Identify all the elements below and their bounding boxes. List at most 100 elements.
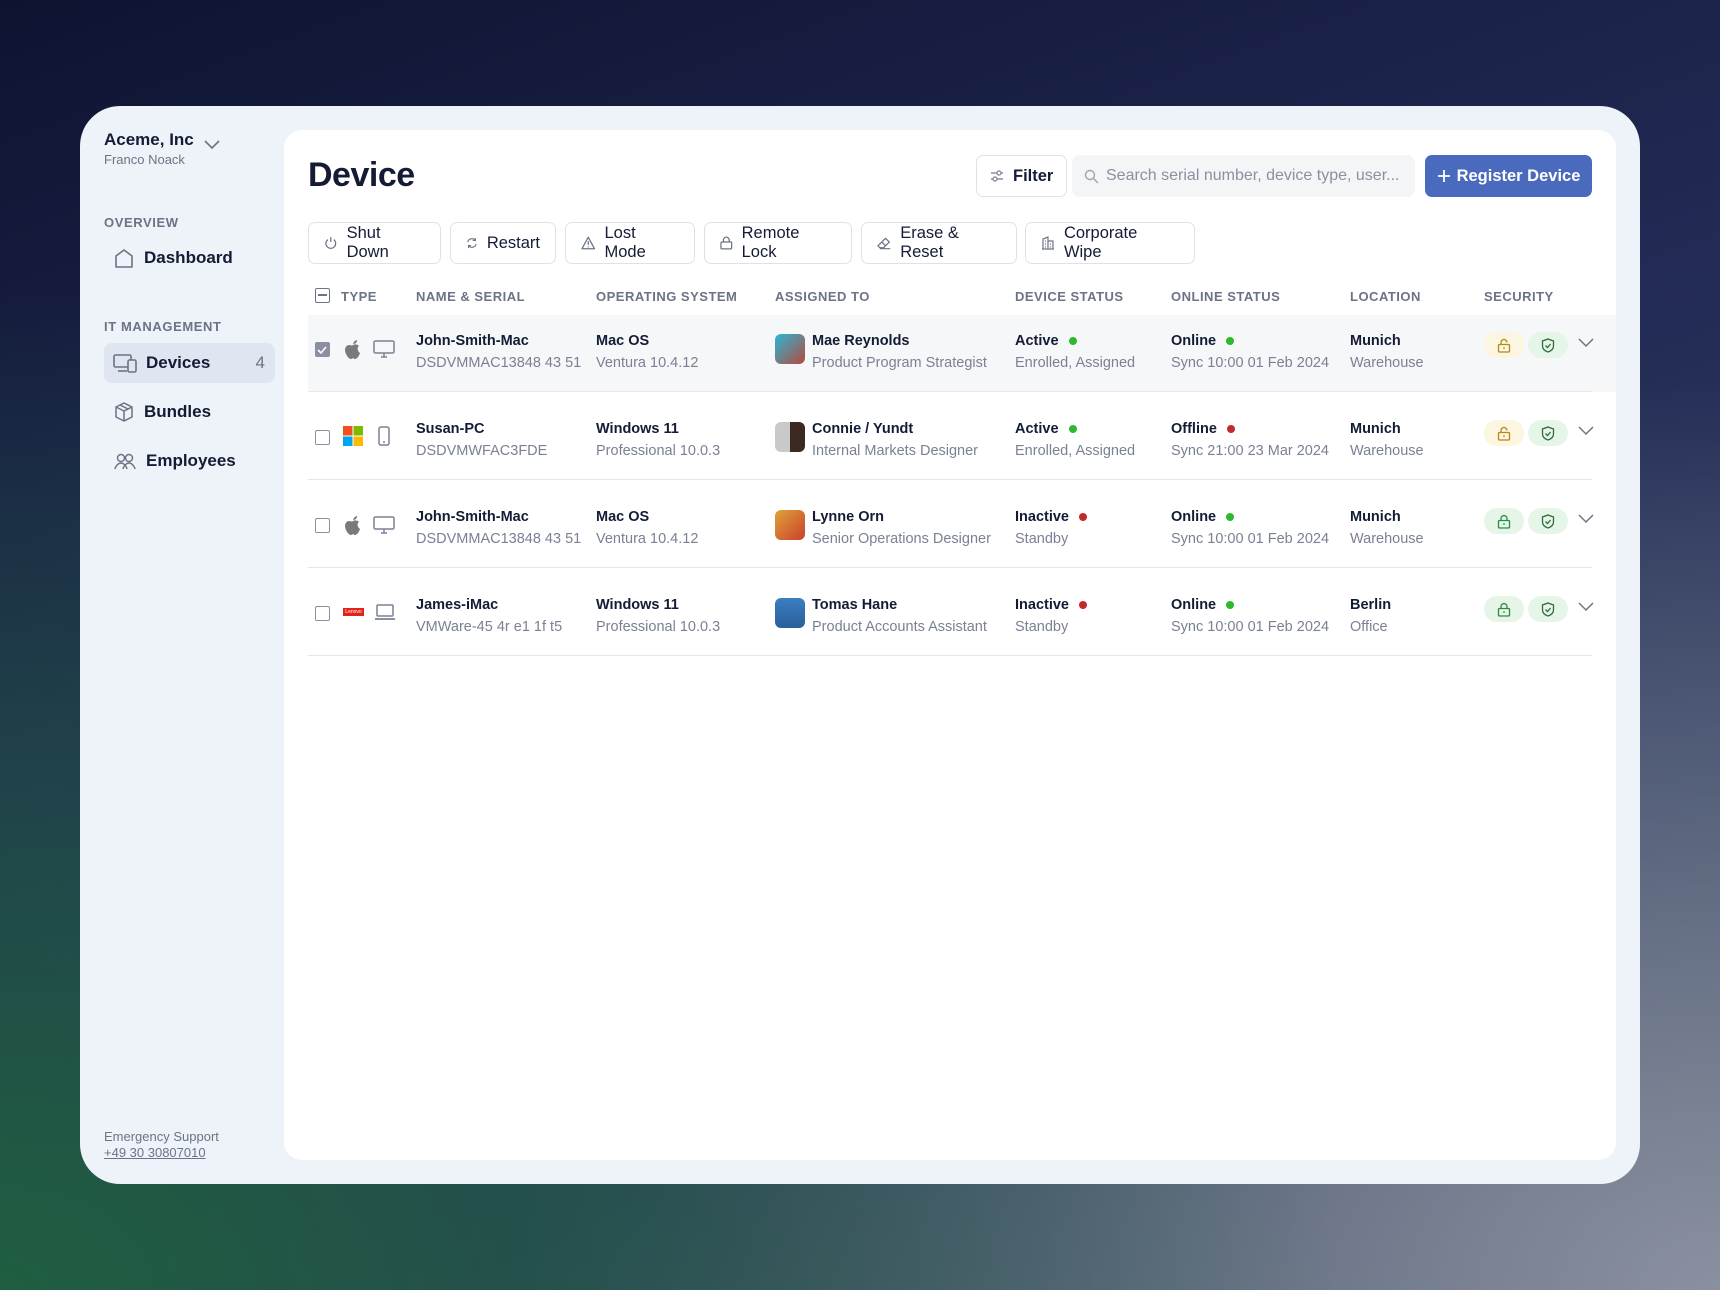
security-status-badge[interactable] — [1528, 420, 1568, 446]
column-header-security[interactable]: SECURITY — [1484, 289, 1554, 304]
sync-time: Sync 10:00 01 Feb 2024 — [1171, 619, 1330, 635]
desktop-icon — [373, 340, 395, 358]
device-name[interactable]: Susan-PC — [416, 421, 547, 437]
assignee-role: Product Accounts Assistant — [812, 619, 987, 635]
filter-button[interactable]: Filter — [976, 155, 1068, 197]
device-status-detail: Standby — [1015, 531, 1069, 547]
apple-logo-icon — [345, 516, 360, 535]
os-name: Mac OS — [596, 509, 650, 525]
security-status-badge[interactable] — [1528, 332, 1568, 358]
device-name[interactable]: John-Smith-Mac — [416, 333, 581, 349]
lock-status-badge[interactable] — [1484, 508, 1524, 534]
sync-time: Sync 10:00 01 Feb 2024 — [1171, 531, 1330, 547]
action-label: Lost Mode — [604, 224, 646, 261]
lock-status-badge[interactable] — [1484, 332, 1524, 358]
building-icon — [1041, 236, 1054, 250]
assignee-role: Internal Markets Designer — [812, 443, 979, 459]
device-type — [343, 338, 395, 360]
chevron-down-icon[interactable] — [204, 140, 220, 150]
device-name[interactable]: James-iMac — [416, 597, 562, 613]
row-checkbox[interactable] — [315, 518, 330, 533]
avatar — [775, 598, 805, 628]
assignee-name[interactable]: Lynne Orn — [812, 509, 991, 525]
filter-label: Filter — [1013, 166, 1054, 185]
column-header-device-status[interactable]: DEVICE STATUS — [1015, 289, 1124, 304]
sidebar-item-label: Employees — [146, 451, 236, 470]
table-row[interactable]: Lenovo James-iMac VMWare-45 4r e1 1f t5 W… — [308, 568, 1594, 656]
assignee-name[interactable]: Connie / Yundt — [812, 421, 978, 437]
sidebar-item-devices[interactable]: Devices 4 — [104, 343, 275, 383]
shield-check-icon — [1541, 513, 1555, 529]
lost-mode-button[interactable]: Lost Mode — [565, 222, 695, 264]
device-serial: DSDVMMAC13848 43 51 — [416, 531, 582, 547]
device-serial: DSDVMWFAC3FDE — [416, 443, 548, 459]
action-label: Restart — [486, 233, 540, 252]
restart-button[interactable]: Restart — [450, 222, 556, 264]
overview-label: OVERVIEW — [104, 215, 179, 230]
select-all-checkbox[interactable] — [315, 288, 330, 303]
remote-lock-button[interactable]: Remote Lock — [704, 222, 852, 264]
search-input[interactable]: Search serial number, device type, user.… — [1072, 155, 1415, 197]
chevron-down-icon[interactable] — [1578, 514, 1594, 524]
os-version: Professional 10.0.3 — [596, 619, 721, 635]
lock-status-badge[interactable] — [1484, 420, 1524, 446]
status-dot — [1226, 425, 1235, 433]
os-version: Ventura 10.4.12 — [596, 531, 699, 547]
lock-status-badge[interactable] — [1484, 596, 1524, 622]
users-icon — [114, 453, 136, 470]
table-row[interactable]: John-Smith-Mac DSDVMMAC13848 43 51 Mac OS… — [308, 480, 1594, 568]
security-status-badge[interactable] — [1528, 596, 1568, 622]
assignee-name[interactable]: Tomas Hane — [812, 597, 987, 613]
shield-check-icon — [1541, 601, 1555, 617]
sidebar-item-employees[interactable]: Employees — [104, 441, 275, 481]
avatar — [775, 422, 805, 452]
chevron-down-icon[interactable] — [1578, 602, 1594, 612]
sidebar-item-bundles[interactable]: Bundles — [104, 392, 275, 432]
support-phone-link[interactable]: +49 30 30807010 — [104, 1145, 206, 1160]
sliders-icon — [991, 170, 1003, 182]
search-placeholder: Search serial number, device type, user.… — [1106, 167, 1400, 184]
sync-time: Sync 21:00 23 Mar 2024 — [1171, 443, 1329, 459]
row-checkbox[interactable] — [315, 342, 330, 357]
column-header-location[interactable]: LOCATION — [1350, 289, 1421, 304]
sidebar-item-dashboard[interactable]: Dashboard — [104, 238, 275, 278]
erase-reset-button[interactable]: Erase & Reset — [861, 222, 1017, 264]
chevron-down-icon[interactable] — [1578, 426, 1594, 436]
status-dot — [1068, 337, 1077, 345]
eraser-icon — [877, 237, 891, 250]
register-device-button[interactable]: Register Device — [1425, 155, 1592, 197]
shield-check-icon — [1541, 337, 1555, 353]
corporate-wipe-button[interactable]: Corporate Wipe — [1025, 222, 1195, 264]
table-row[interactable]: John-Smith-Mac DSDVMMAC13848 43 51 Mac OS… — [308, 304, 1594, 392]
device-name[interactable]: John-Smith-Mac — [416, 509, 581, 525]
row-checkbox[interactable] — [315, 430, 330, 445]
devices-count: 4 — [255, 353, 265, 372]
warning-icon — [581, 236, 596, 250]
assignee-name[interactable]: Mae Reynolds — [812, 333, 987, 349]
os-version: Professional 10.0.3 — [596, 443, 721, 459]
online-status: Offline — [1171, 421, 1217, 437]
os-name: Mac OS — [596, 333, 650, 349]
column-header-online-status[interactable]: ONLINE STATUS — [1171, 289, 1280, 304]
avatar — [775, 510, 805, 540]
row-checkbox[interactable] — [315, 606, 330, 621]
shut-down-button[interactable]: Shut Down — [308, 222, 441, 264]
apple-logo-icon — [345, 340, 360, 359]
security-status-badge[interactable] — [1528, 508, 1568, 534]
column-header-assigned[interactable]: ASSIGNED TO — [775, 289, 870, 304]
search-icon — [1084, 169, 1099, 183]
sidebar-item-label: Devices — [146, 353, 211, 372]
device-status: Inactive — [1015, 597, 1069, 613]
chevron-down-icon[interactable] — [1578, 338, 1594, 348]
register-label: Register Device — [1456, 166, 1581, 185]
desktop-icon — [373, 516, 395, 534]
column-header-type[interactable]: TYPE — [341, 289, 377, 304]
table-row[interactable]: Susan-PC DSDVMWFAC3FDE Windows 11 Professi… — [308, 392, 1594, 480]
device-status: Active — [1015, 421, 1059, 437]
column-header-os[interactable]: OPERATING SYSTEM — [596, 289, 737, 304]
org-name[interactable]: Aceme, Inc — [104, 130, 194, 150]
check-icon — [317, 346, 327, 355]
location-site: Warehouse — [1350, 531, 1424, 547]
column-header-name[interactable]: NAME & SERIAL — [416, 289, 525, 304]
action-label: Corporate Wipe — [1063, 224, 1138, 261]
